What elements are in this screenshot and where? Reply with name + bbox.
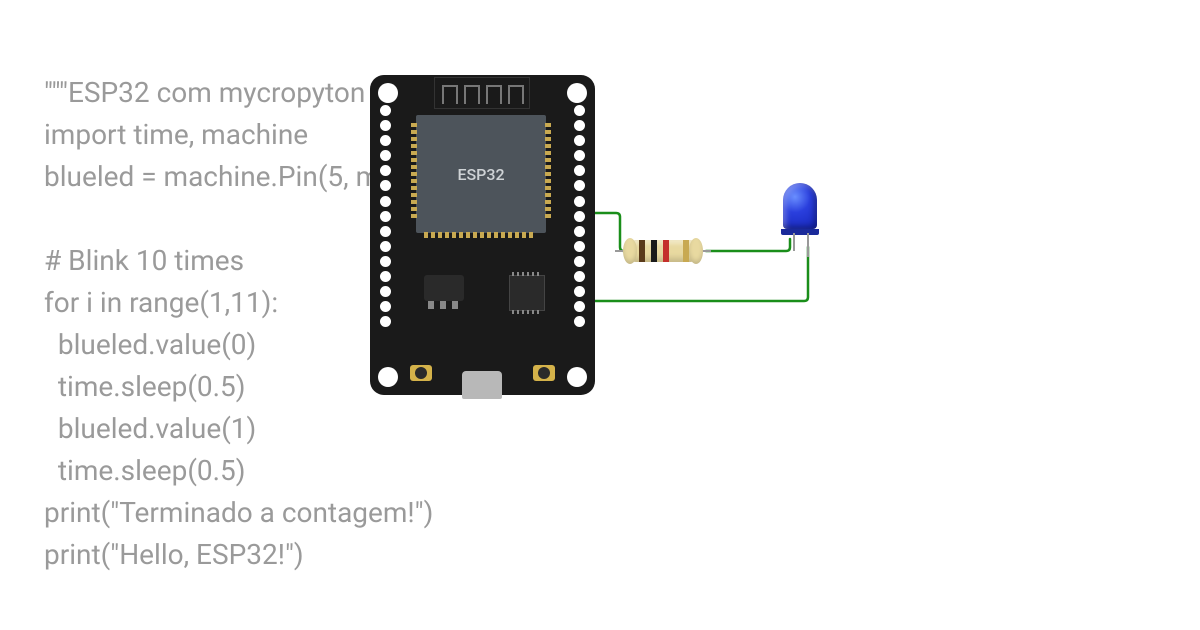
pin-hole-icon	[380, 286, 391, 297]
esp32-board: ESP32	[370, 75, 595, 395]
pin-hole-icon	[574, 226, 585, 237]
micro-usb-port-icon	[462, 371, 502, 399]
code-line: blueled.value(0)	[44, 328, 256, 361]
resistor-bulge-icon	[623, 238, 637, 264]
pin-hole-icon	[574, 180, 585, 191]
pin-hole-icon	[574, 105, 585, 116]
code-line: time.sleep(0.5)	[44, 370, 246, 403]
code-line: blueled.value(1)	[44, 412, 256, 445]
pin-hole-icon	[380, 196, 391, 207]
led-base-icon	[781, 229, 819, 235]
chip-pins-icon	[545, 123, 551, 218]
chip-pins-icon	[424, 232, 533, 238]
pin-hole-icon	[380, 241, 391, 252]
pin-hole-icon	[574, 165, 585, 176]
pin-hole-icon	[574, 286, 585, 297]
led-component	[783, 183, 821, 253]
pin-hole-icon	[380, 105, 391, 116]
mount-hole-icon	[567, 83, 587, 103]
pin-hole-icon	[574, 150, 585, 161]
led-cathode-lead-icon	[807, 233, 809, 257]
mount-hole-icon	[567, 367, 587, 387]
pin-hole-icon	[574, 271, 585, 282]
wifi-antenna-icon	[434, 77, 530, 109]
pin-hole-icon	[380, 211, 391, 222]
resistor-band-brown-icon	[639, 240, 645, 262]
resistor-band-black-icon	[651, 240, 657, 262]
resistor-component	[625, 240, 701, 262]
pin-hole-icon	[574, 316, 585, 327]
code-line: print("Hello, ESP32!")	[44, 538, 304, 571]
pin-hole-icon	[380, 316, 391, 327]
pin-hole-icon	[574, 241, 585, 252]
code-line: time.sleep(0.5)	[44, 454, 246, 487]
esp32-chip-icon: ESP32	[416, 115, 546, 233]
pin-hole-icon	[380, 120, 391, 131]
pin-hole-icon	[380, 135, 391, 146]
code-line: for i in range(1,11):	[44, 286, 278, 319]
mount-hole-icon	[378, 367, 398, 387]
led-dome-icon	[783, 183, 817, 229]
pin-hole-icon	[380, 150, 391, 161]
pin-hole-icon	[574, 256, 585, 267]
code-line: print("Terminado a contagem!")	[44, 496, 433, 529]
pin-header-right	[574, 105, 585, 327]
pin-hole-icon	[574, 135, 585, 146]
chip-label: ESP32	[457, 165, 504, 184]
resistor-bulge-icon	[689, 238, 703, 264]
pin-hole-icon	[380, 301, 391, 312]
pin-hole-icon	[574, 211, 585, 222]
code-line: import time, machine	[44, 118, 308, 151]
circuit-diagram: ESP32	[370, 75, 970, 455]
pin-hole-icon	[380, 271, 391, 282]
led-anode-lead-icon	[793, 233, 795, 251]
pin-hole-icon	[574, 120, 585, 131]
wire-resistor-to-led	[706, 239, 790, 251]
pin-hole-icon	[380, 180, 391, 191]
pin-hole-icon	[574, 301, 585, 312]
pin-hole-icon	[380, 226, 391, 237]
code-line: # Blink 10 times	[44, 244, 244, 277]
pin-hole-icon	[574, 196, 585, 207]
mount-hole-icon	[378, 83, 398, 103]
pin-hole-icon	[380, 256, 391, 267]
pin-hole-icon	[380, 165, 391, 176]
boot-button-icon	[410, 365, 432, 381]
reset-button-icon	[533, 365, 555, 381]
voltage-regulator-icon	[424, 275, 464, 301]
chip-pins-icon	[411, 123, 417, 218]
resistor-band-red-icon	[663, 240, 669, 262]
usb-serial-chip-icon	[509, 275, 545, 311]
pin-header-left	[380, 105, 391, 327]
